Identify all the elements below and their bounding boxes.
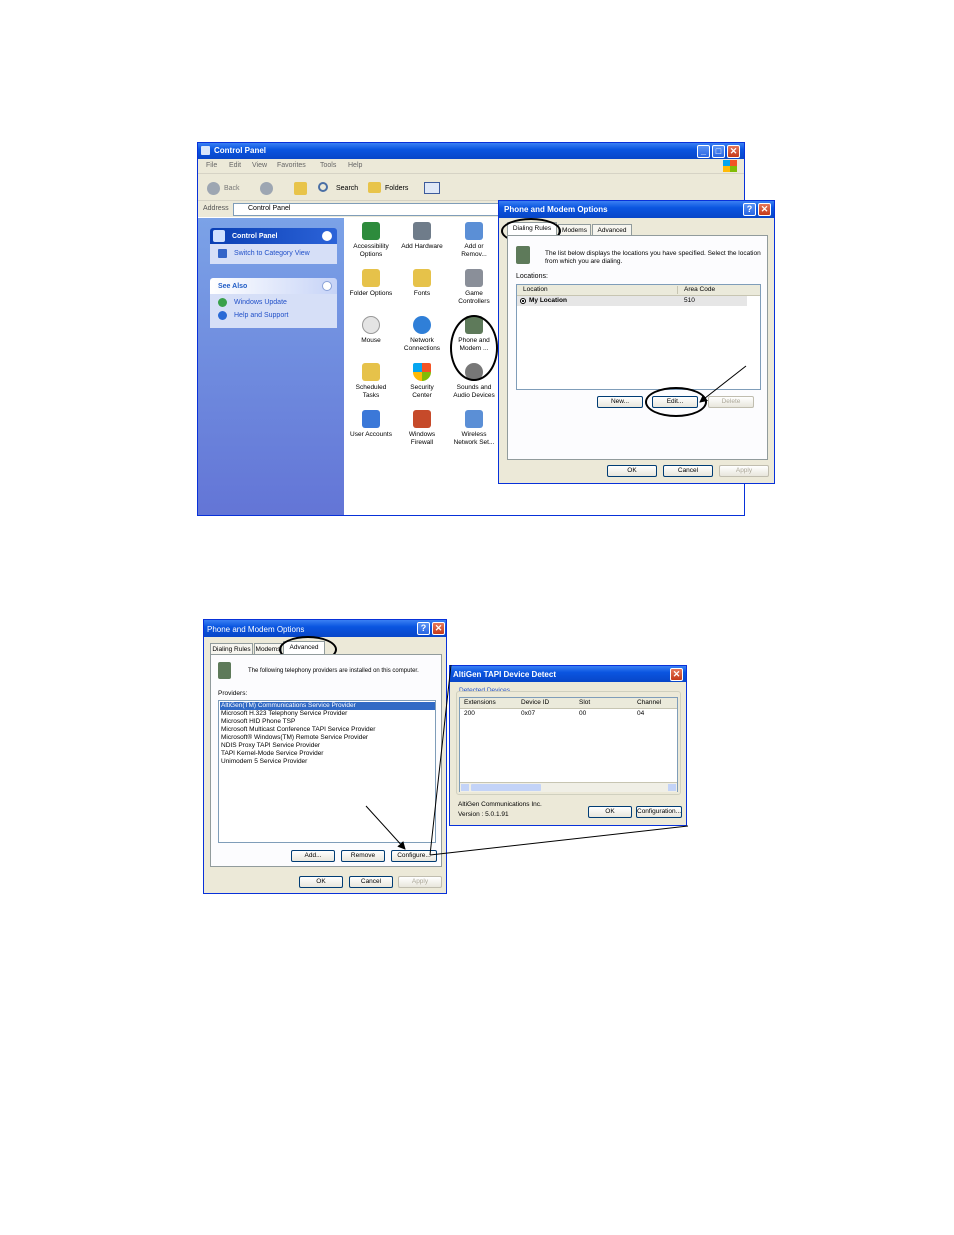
configure-pointer-arrow xyxy=(365,805,406,850)
annotation-lines xyxy=(365,365,747,856)
connector-line-bottom xyxy=(429,825,689,856)
edit-pointer-arrow xyxy=(699,365,747,403)
connector-line-top xyxy=(429,664,452,856)
